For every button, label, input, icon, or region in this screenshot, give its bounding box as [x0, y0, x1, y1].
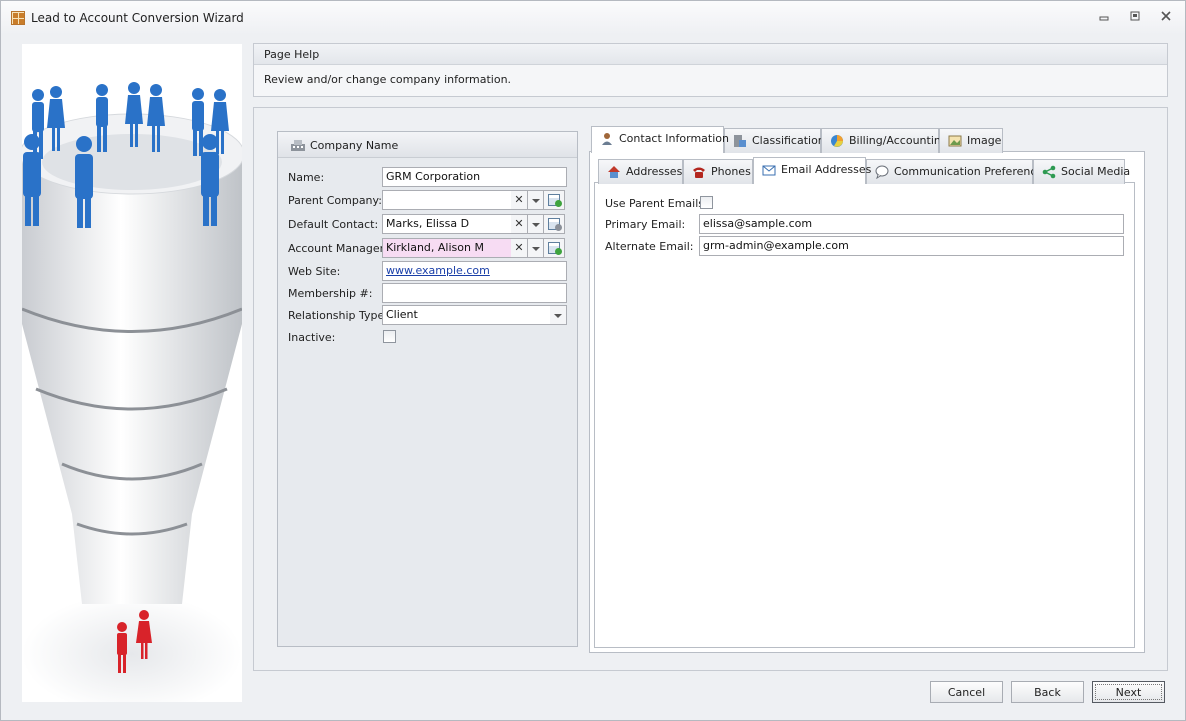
- share-icon: [1042, 165, 1056, 179]
- parent-clear-icon[interactable]: ✕: [511, 190, 528, 210]
- tab-communication-preferences[interactable]: Communication Preferences: [866, 159, 1049, 184]
- use-parent-emails-label: Use Parent Emails:: [605, 197, 708, 210]
- contact-clear-icon[interactable]: ✕: [511, 214, 528, 234]
- account-manager-label: Account Manager:: [288, 242, 388, 255]
- name-label: Name:: [288, 171, 325, 184]
- image-icon: [948, 134, 962, 148]
- restore-icon[interactable]: [1127, 10, 1143, 26]
- company-group-header: Company Name: [278, 132, 577, 158]
- cancel-button[interactable]: Cancel: [930, 681, 1003, 703]
- alternate-email-field[interactable]: grm-admin@example.com: [699, 236, 1124, 256]
- tab-classification[interactable]: Classification: [724, 128, 825, 153]
- tab-email-addresses[interactable]: Email Addresses: [753, 157, 871, 184]
- primary-email-field[interactable]: elissa@sample.com: [699, 214, 1124, 234]
- relationship-type-label: Relationship Type:: [288, 309, 388, 322]
- back-button[interactable]: Back: [1011, 681, 1084, 703]
- contact-lookup-icon[interactable]: [544, 214, 565, 234]
- house-icon: [607, 165, 621, 179]
- tab-addresses[interactable]: Addresses: [598, 159, 683, 184]
- manager-clear-icon[interactable]: ✕: [511, 238, 528, 258]
- tab-social-media[interactable]: Social Media: [1033, 159, 1130, 184]
- parent-company-label: Parent Company:: [288, 194, 382, 207]
- alternate-email-label: Alternate Email:: [605, 240, 694, 253]
- parent-lookup-icon[interactable]: [544, 190, 565, 210]
- tab-phones[interactable]: Phones: [683, 159, 753, 184]
- funnel-illustration: [22, 44, 242, 702]
- minimize-icon[interactable]: [1096, 10, 1112, 26]
- contact-dropdown-button[interactable]: [528, 214, 544, 234]
- default-contact-field[interactable]: Marks, Elissa D: [382, 214, 512, 234]
- envelope-icon: [762, 163, 776, 177]
- title-bar: Lead to Account Conversion Wizard: [1, 1, 1185, 35]
- building-icon: [290, 138, 306, 152]
- wizard-window: Lead to Account Conversion Wizard Page H…: [0, 0, 1186, 721]
- website-link[interactable]: www.example.com: [386, 264, 490, 277]
- speech-bubble-icon: [875, 165, 889, 180]
- inactive-label: Inactive:: [288, 331, 336, 344]
- tab-billing-accounting[interactable]: Billing/Accounting: [821, 128, 948, 153]
- next-button[interactable]: Next: [1092, 681, 1165, 703]
- tab-contact-information[interactable]: Contact Information: [591, 126, 729, 153]
- phone-icon: [692, 165, 706, 179]
- manager-dropdown-button[interactable]: [528, 238, 544, 258]
- manager-lookup-icon[interactable]: [544, 238, 565, 258]
- relationship-dropdown-button[interactable]: [550, 305, 567, 325]
- person-icon: [600, 132, 614, 146]
- parent-dropdown-button[interactable]: [528, 190, 544, 210]
- company-group-title: Company Name: [310, 139, 399, 152]
- close-icon[interactable]: [1158, 10, 1174, 26]
- membership-label: Membership #:: [288, 287, 373, 300]
- account-manager-field[interactable]: Kirkland, Alison M: [382, 238, 512, 258]
- app-icon: [11, 11, 25, 25]
- classification-icon: [733, 134, 747, 148]
- default-contact-label: Default Contact:: [288, 218, 379, 231]
- use-parent-emails-checkbox[interactable]: [700, 196, 713, 209]
- website-field[interactable]: www.example.com: [382, 261, 567, 281]
- membership-field[interactable]: [382, 283, 567, 303]
- window-title: Lead to Account Conversion Wizard: [31, 11, 244, 25]
- page-help-panel: Page Help Review and/or change company i…: [253, 43, 1168, 97]
- parent-company-field[interactable]: [382, 190, 512, 210]
- relationship-type-select[interactable]: Client: [382, 305, 551, 325]
- tab-image[interactable]: Image: [939, 128, 1003, 153]
- page-help-text: Review and/or change company information…: [264, 73, 512, 86]
- page-help-header: Page Help: [254, 44, 1167, 65]
- website-label: Web Site:: [288, 265, 341, 278]
- primary-email-label: Primary Email:: [605, 218, 686, 231]
- chart-pie-icon: [830, 134, 844, 148]
- inactive-checkbox[interactable]: [383, 330, 396, 343]
- name-field[interactable]: GRM Corporation: [382, 167, 567, 187]
